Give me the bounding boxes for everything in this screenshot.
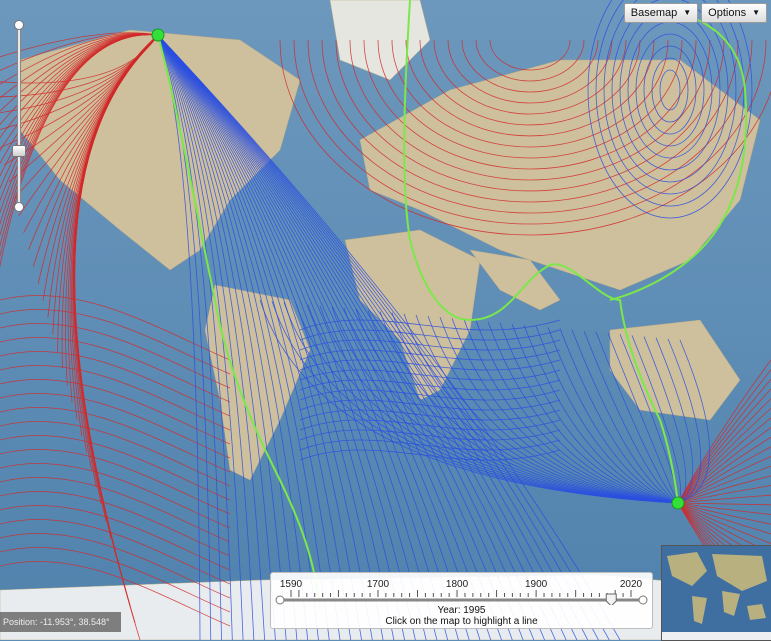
basemap-label: Basemap (630, 7, 678, 19)
cursor-position-readout: Position: -11.953°, 38.548° (0, 612, 121, 632)
caret-down-icon: ▼ (752, 8, 760, 17)
caret-down-icon: ▼ (683, 8, 692, 17)
south-magnetic-pole-icon[interactable] (671, 496, 685, 510)
timeline-end-icon[interactable] (638, 595, 648, 605)
zoom-in-icon[interactable] (14, 20, 24, 30)
zoom-track[interactable] (17, 24, 21, 206)
selected-year-label: Year: 1995 (437, 605, 486, 616)
options-button[interactable]: Options ▼ (701, 3, 767, 23)
basemap-button[interactable]: Basemap ▼ (623, 3, 699, 23)
overview-minimap[interactable] (661, 545, 771, 641)
timeline-slider-handle[interactable] (605, 593, 617, 605)
zoom-slider[interactable] (11, 20, 26, 212)
timeline-start-icon[interactable] (275, 595, 285, 605)
options-label: Options (708, 7, 747, 19)
north-magnetic-pole-icon[interactable] (151, 28, 165, 42)
zoom-out-icon[interactable] (14, 202, 24, 212)
timeline-hint: Click on the map to highlight a line (385, 616, 538, 627)
timeline-ticks (290, 590, 632, 597)
year-timeline-panel: 1590 1700 1800 1900 2020 Year: 1995 Clic… (270, 572, 653, 629)
zoom-slider-handle[interactable] (12, 145, 26, 157)
map-canvas[interactable] (0, 0, 771, 640)
